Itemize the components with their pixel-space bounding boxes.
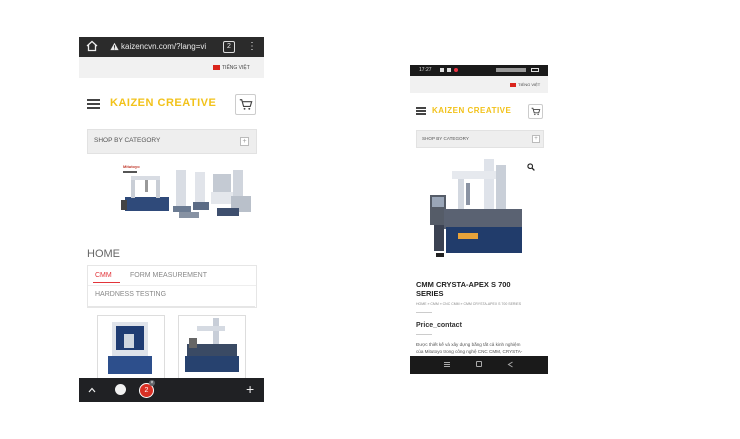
status-bar: 17:27 bbox=[410, 65, 548, 76]
left-phone-screenshot: kaizencvn.com/?lang=vi 2 ⋮ TIẾNG VIỆT KA… bbox=[79, 37, 264, 402]
product-description: Được thiết kế và xây dựng bằng tất cả ki… bbox=[416, 341, 522, 355]
product-card[interactable] bbox=[97, 315, 165, 381]
notification-icon bbox=[447, 68, 451, 72]
hamburger-menu-icon[interactable] bbox=[87, 99, 100, 111]
plus-icon[interactable]: + bbox=[240, 137, 249, 146]
cart-button[interactable] bbox=[235, 94, 256, 115]
plus-icon[interactable]: + bbox=[532, 135, 540, 143]
warning-icon[interactable] bbox=[110, 42, 119, 51]
language-strip: TIẾNG VIỆT bbox=[79, 57, 264, 78]
tab-cmm[interactable]: CMM bbox=[95, 272, 112, 279]
home-icon[interactable] bbox=[86, 40, 98, 52]
shop-by-category-dropdown[interactable]: SHOP BY CATEGORY + bbox=[87, 129, 257, 154]
recents-icon[interactable] bbox=[444, 362, 450, 363]
zoom-search-icon[interactable] bbox=[527, 163, 535, 171]
chevron-up-icon[interactable] bbox=[88, 386, 96, 394]
home-button[interactable] bbox=[115, 384, 126, 395]
product-main-image[interactable] bbox=[426, 155, 536, 263]
description-line-2: của Mitutoyo trong công nghệ CNC CMM, CR… bbox=[416, 349, 523, 354]
product-title-line-1: CMM CRYSTA-APEX S 700 bbox=[416, 280, 511, 289]
language-switch[interactable]: TIẾNG VIỆT bbox=[213, 65, 250, 71]
divider bbox=[416, 334, 432, 335]
vietnam-flag-icon bbox=[510, 82, 516, 87]
category-banner[interactable]: Mitutoyo bbox=[121, 162, 257, 222]
alert-icon bbox=[454, 68, 458, 72]
product-image bbox=[185, 318, 239, 372]
tab-hardness-testing[interactable]: HARDNESS TESTING bbox=[95, 291, 166, 298]
divider bbox=[87, 306, 255, 307]
site-logo[interactable]: KAIZEN CREATIVE bbox=[432, 106, 511, 115]
language-strip: TIẾNG VIỆT bbox=[410, 76, 548, 93]
breadcrumb[interactable]: HOME » CMM » CNC CMM » CMM CRYSTA-APEX S… bbox=[416, 302, 521, 306]
shop-by-category-dropdown[interactable]: SHOP BY CATEGORY + bbox=[416, 130, 544, 148]
shop-by-category-label: SHOP BY CATEGORY bbox=[422, 136, 469, 141]
language-label: TIẾNG VIỆT bbox=[518, 82, 541, 87]
active-tab-underline bbox=[93, 282, 120, 283]
divider bbox=[416, 312, 432, 313]
hamburger-menu-icon[interactable] bbox=[416, 107, 426, 116]
product-title-line-2: SERIES bbox=[416, 289, 444, 298]
site-logo[interactable]: KAIZEN CREATIVE bbox=[110, 97, 216, 109]
android-nav-bar bbox=[410, 356, 548, 374]
product-card[interactable] bbox=[178, 315, 246, 381]
signal-icons bbox=[496, 68, 526, 72]
machines-image bbox=[121, 170, 251, 218]
tab-count-button[interactable]: 2 bbox=[223, 41, 235, 53]
back-icon[interactable] bbox=[507, 361, 514, 368]
cart-icon bbox=[239, 99, 253, 110]
description-line-1: Được thiết kế và xây dựng bằng tất cả ki… bbox=[416, 342, 521, 347]
close-icon[interactable]: × bbox=[149, 380, 155, 386]
language-label: TIẾNG VIỆT bbox=[222, 65, 250, 71]
url-field[interactable]: kaizencvn.com/?lang=vi bbox=[121, 40, 213, 54]
price-label: Price_contact bbox=[416, 322, 462, 329]
home-icon[interactable] bbox=[476, 361, 482, 367]
section-title: HOME bbox=[87, 248, 120, 260]
cart-icon bbox=[531, 107, 541, 116]
tab-divider bbox=[88, 285, 256, 286]
product-title: CMM CRYSTA-APEX S 700 SERIES bbox=[416, 280, 511, 298]
category-tabs: CMM FORM MEASUREMENT HARDNESS TESTING bbox=[87, 265, 257, 308]
browser-bottom-bar: 2 × + bbox=[79, 378, 264, 402]
browser-toolbar: kaizencvn.com/?lang=vi 2 ⋮ bbox=[79, 37, 264, 57]
language-switch[interactable]: TIẾNG VIỆT bbox=[510, 82, 540, 87]
tab-form-measurement[interactable]: FORM MEASUREMENT bbox=[130, 272, 207, 279]
cart-button[interactable] bbox=[528, 104, 543, 119]
status-time: 17:27 bbox=[419, 67, 432, 73]
shop-by-category-label: SHOP BY CATEGORY bbox=[94, 137, 161, 144]
message-icon bbox=[440, 68, 444, 72]
battery-icon bbox=[531, 68, 539, 72]
vietnam-flag-icon bbox=[213, 65, 220, 71]
product-image bbox=[108, 322, 152, 374]
plus-icon[interactable]: + bbox=[246, 381, 254, 397]
right-phone-screenshot: 17:27 TIẾNG VIỆT KAIZEN CREATIVE SHOP BY… bbox=[410, 65, 548, 374]
more-menu-icon[interactable]: ⋮ bbox=[247, 41, 257, 53]
